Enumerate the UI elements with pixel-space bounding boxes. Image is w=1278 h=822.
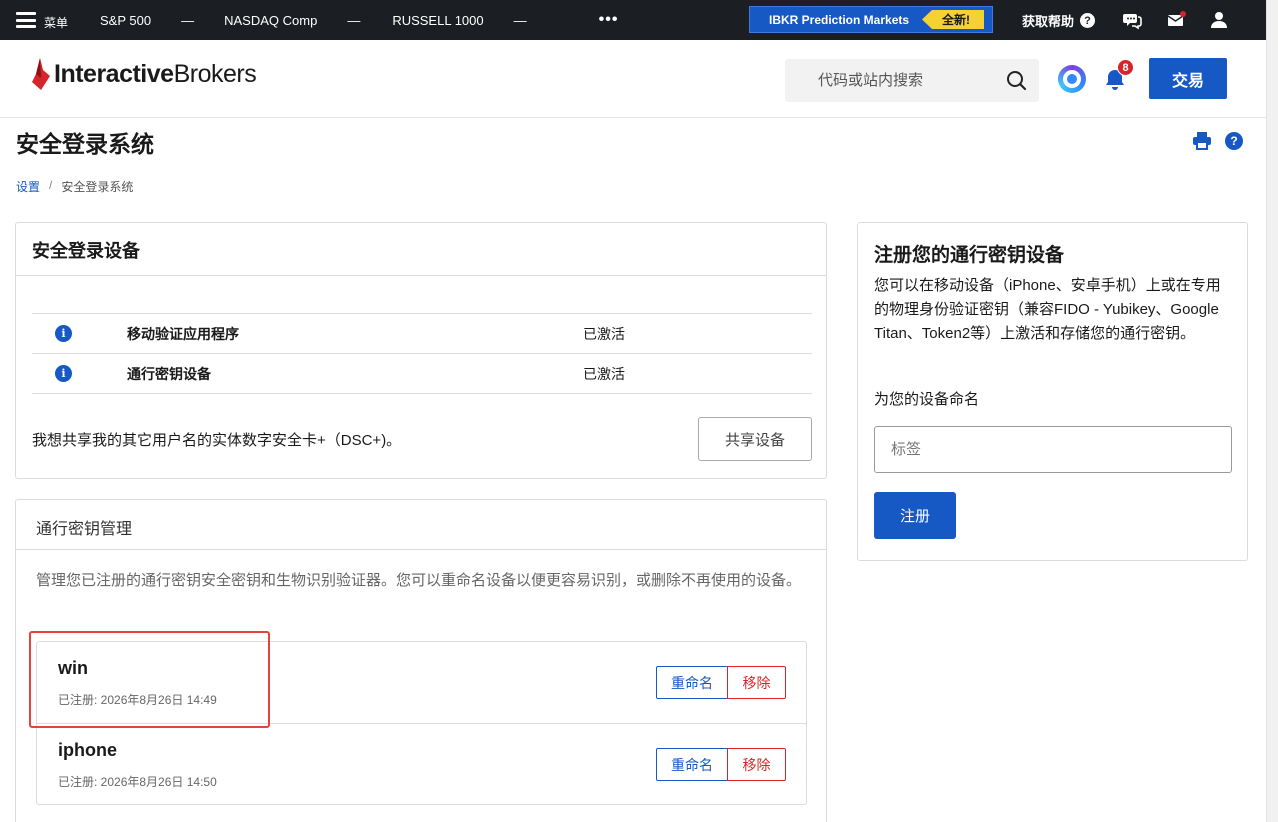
passkey-row-win: win 已注册: 2026年8月26日 14:49 重命名 移除 bbox=[37, 642, 806, 723]
notification-count-badge: 8 bbox=[1117, 59, 1134, 76]
device-status: 已激活 bbox=[583, 365, 625, 382]
question-icon: ? bbox=[1080, 13, 1096, 28]
ticker-name: RUSSELL 1000 bbox=[392, 12, 484, 28]
device-name: 通行密钥设备 bbox=[127, 365, 211, 382]
more-tickers-button[interactable]: ••• bbox=[599, 11, 619, 29]
search-input[interactable] bbox=[818, 72, 988, 89]
top-navigation-bar: 菜单 S&P 500 — NASDAQ Comp — RUSSELL 1000 … bbox=[0, 0, 1266, 40]
passkey-management-card: 通行密钥管理 管理您已注册的通行密钥安全密钥和生物识别验证器。您可以重命名设备以… bbox=[15, 499, 827, 822]
passkey-name: win bbox=[58, 658, 88, 678]
ibot-assistant-icon[interactable] bbox=[1058, 65, 1086, 93]
prediction-markets-link[interactable]: IBKR Prediction Markets 全新! bbox=[749, 6, 993, 33]
prediction-label: IBKR Prediction Markets bbox=[769, 12, 910, 27]
card-title: 通行密钥管理 bbox=[16, 500, 826, 550]
device-table: i 移动验证应用程序 已激活 i 通行密钥设备 已激活 bbox=[32, 313, 812, 394]
ticker-nasdaq[interactable]: NASDAQ Comp — bbox=[224, 13, 360, 28]
site-header: InteractiveBrokers 8 交易 bbox=[0, 40, 1266, 118]
rename-button[interactable]: 重命名 bbox=[656, 748, 728, 781]
passkey-registered-date: 已注册: 2026年8月26日 14:50 bbox=[58, 775, 217, 789]
search-icon[interactable] bbox=[1006, 70, 1027, 91]
breadcrumb-current: 安全登录系统 bbox=[61, 180, 134, 194]
page-scrollbar[interactable] bbox=[1266, 0, 1278, 822]
site-search[interactable] bbox=[785, 59, 1039, 102]
device-row-mobile-app: i 移动验证应用程序 已激活 bbox=[32, 314, 812, 354]
info-icon[interactable]: i bbox=[55, 325, 72, 342]
ticker-value: — bbox=[513, 12, 527, 28]
breadcrumb-settings-link[interactable]: 设置 bbox=[16, 178, 40, 195]
menu-button[interactable]: 菜单 bbox=[16, 10, 68, 31]
share-device-button[interactable]: 共享设备 bbox=[698, 417, 812, 461]
ticker-russell[interactable]: RUSSELL 1000 — bbox=[392, 13, 526, 28]
device-status: 已激活 bbox=[583, 325, 625, 342]
share-device-text: 我想共享我的其它用户名的实体数字安全卡+（DSC+)。 bbox=[32, 432, 402, 449]
passkey-name: iphone bbox=[58, 740, 117, 760]
ticker-name: S&P 500 bbox=[100, 12, 152, 28]
breadcrumb: 设置 / 安全登录系统 bbox=[16, 178, 133, 195]
chat-icon[interactable] bbox=[1122, 10, 1142, 30]
card-title: 安全登录设备 bbox=[16, 223, 826, 276]
device-label-input[interactable] bbox=[874, 426, 1232, 473]
page-title: 安全登录系统 bbox=[16, 131, 154, 157]
passkey-list: win 已注册: 2026年8月26日 14:49 重命名 移除 iphone … bbox=[36, 641, 807, 805]
menu-label: 菜单 bbox=[44, 15, 69, 30]
ticker-value: — bbox=[181, 12, 195, 28]
device-name-label: 为您的设备命名 bbox=[874, 391, 980, 408]
remove-button[interactable]: 移除 bbox=[727, 666, 786, 699]
info-icon[interactable]: i bbox=[55, 365, 72, 382]
register-description: 您可以在移动设备（iPhone、安卓手机）上或在专用的物理身份验证密钥（兼容FI… bbox=[874, 277, 1221, 342]
register-passkey-card: 注册您的通行密钥设备 您可以在移动设备（iPhone、安卓手机）上或在专用的物理… bbox=[857, 222, 1248, 561]
help-label: 获取帮助 bbox=[1022, 14, 1075, 29]
get-help-link[interactable]: 获取帮助 ? bbox=[1022, 11, 1096, 30]
logo-text: InteractiveBrokers bbox=[54, 59, 257, 88]
notifications-button[interactable]: 8 bbox=[1103, 59, 1134, 97]
passkey-description: 管理您已注册的通行密钥安全密钥和生物识别验证器。您可以重命名设备以便更容易识别，… bbox=[36, 572, 802, 589]
register-button[interactable]: 注册 bbox=[874, 492, 956, 539]
trade-button[interactable]: 交易 bbox=[1149, 58, 1227, 99]
ticker-value: — bbox=[347, 12, 361, 28]
secure-login-devices-card: 安全登录设备 i 移动验证应用程序 已激活 i 通行密钥设备 已激活 我想共享我… bbox=[15, 222, 827, 479]
hamburger-icon bbox=[16, 12, 36, 28]
device-row-passkey: i 通行密钥设备 已激活 bbox=[32, 354, 812, 394]
new-badge: 全新! bbox=[922, 10, 984, 29]
device-name: 移动验证应用程序 bbox=[127, 325, 239, 342]
user-icon[interactable] bbox=[1209, 10, 1229, 30]
print-icon[interactable] bbox=[1192, 131, 1212, 150]
remove-button[interactable]: 移除 bbox=[727, 748, 786, 781]
passkey-registered-date: 已注册: 2026年8月26日 14:49 bbox=[58, 693, 217, 707]
register-title: 注册您的通行密钥设备 bbox=[874, 245, 1065, 266]
passkey-row-iphone: iphone 已注册: 2026年8月26日 14:50 重命名 移除 bbox=[37, 723, 806, 804]
rename-button[interactable]: 重命名 bbox=[656, 666, 728, 699]
ticker-name: NASDAQ Comp bbox=[224, 12, 318, 28]
interactive-brokers-logo[interactable]: InteractiveBrokers bbox=[30, 56, 257, 92]
page-help-icon[interactable]: ? bbox=[1225, 132, 1243, 150]
ib-logo-icon bbox=[32, 58, 50, 90]
breadcrumb-separator: / bbox=[49, 178, 53, 192]
mail-icon[interactable] bbox=[1166, 10, 1186, 30]
ticker-sp500[interactable]: S&P 500 — bbox=[100, 13, 194, 28]
